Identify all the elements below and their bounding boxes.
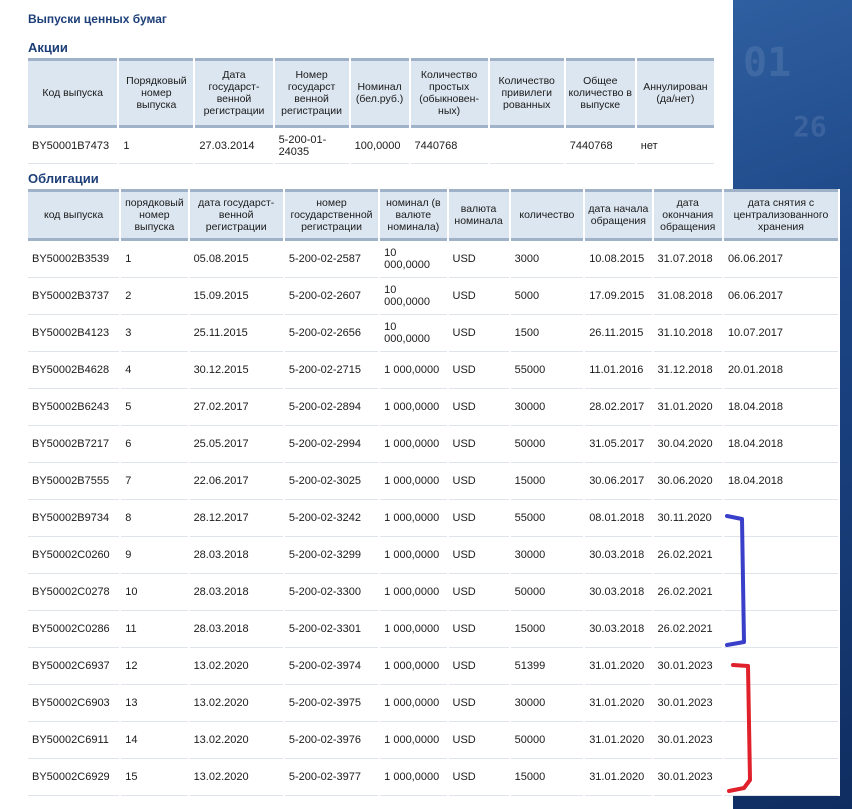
red-bracket (727, 663, 752, 793)
annotation-brackets (725, 514, 752, 793)
blue-bracket (725, 514, 746, 647)
